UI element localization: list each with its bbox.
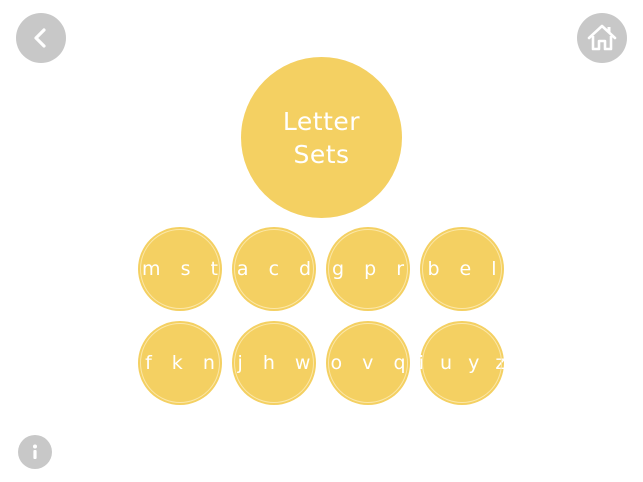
letter-set-button-acd[interactable]: a c d [232,227,316,311]
letter-set-label: i u y z [418,352,511,374]
info-icon [33,444,37,459]
letter-set-label: a c d [236,258,319,280]
title-line-1: Letter [282,106,361,136]
letter-set-button-fkn[interactable]: f k n [138,321,222,405]
letter-set-button-mst[interactable]: m s t [138,227,222,311]
home-button[interactable] [577,13,627,63]
letter-set-button-ovq[interactable]: o v q [326,321,410,405]
letter-set-button-bel[interactable]: b e l [420,227,504,311]
letter-set-label: m s t [142,258,225,280]
letter-set-label: b e l [427,258,504,280]
home-icon [587,24,617,51]
letter-set-label: f k n [145,352,222,374]
letter-set-button-gpr[interactable]: g p r [326,227,410,311]
letter-set-label: o v q [330,352,413,374]
letter-set-button-jhw[interactable]: j h w [232,321,316,405]
letter-sets-title: Letter Sets [241,57,402,218]
back-button[interactable] [16,13,66,63]
chevron-left-icon [34,28,46,48]
letter-set-label: j h w [237,352,318,374]
info-button[interactable] [18,435,52,469]
letter-set-button-iuyz[interactable]: i u y z [419,321,505,405]
letter-set-label: g p r [332,258,412,280]
title-line-2: Sets [293,139,350,169]
